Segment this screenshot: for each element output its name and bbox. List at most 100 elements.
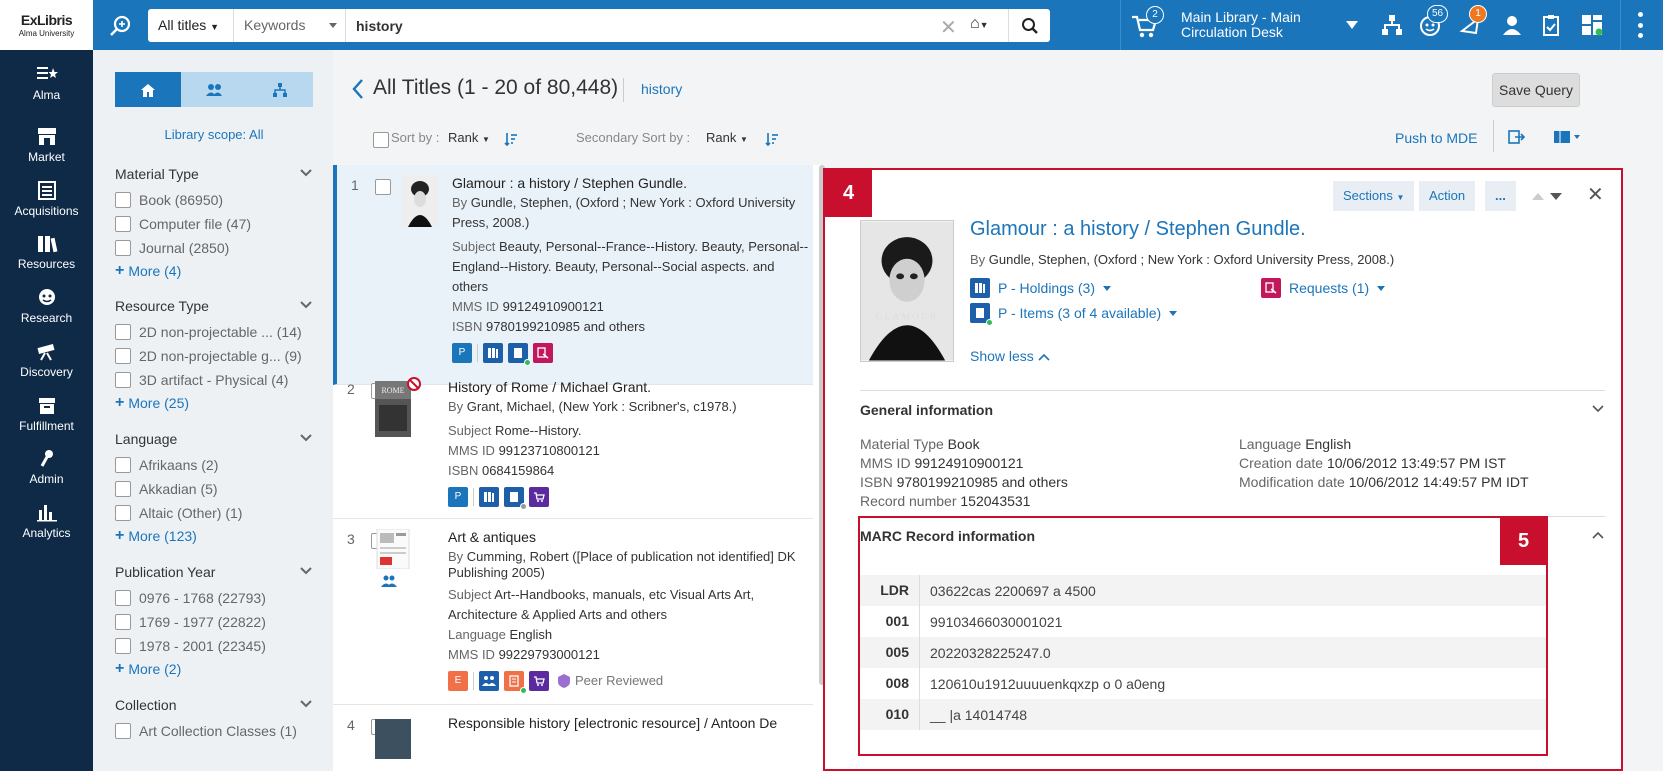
result-item[interactable]: 4 Responsible history [electronic resour…	[333, 705, 813, 771]
users-icon[interactable]	[381, 575, 397, 587]
order-cart-icon[interactable]	[529, 671, 549, 691]
electronic-icon[interactable]: E	[448, 671, 468, 691]
holdings-icon[interactable]	[483, 343, 503, 363]
facet-option[interactable]: Art Collection Classes (1)	[115, 719, 313, 743]
marc-field-row[interactable]: 001 99103466030001021	[860, 606, 1546, 637]
chevron-down-icon[interactable]	[1591, 404, 1605, 414]
facet-option[interactable]: Book (86950)	[115, 188, 313, 212]
marc-field-row[interactable]: 010 __ |a 14014748	[860, 699, 1546, 730]
chevron-up-icon[interactable]	[1591, 530, 1605, 540]
checkbox[interactable]	[115, 481, 131, 497]
tab-hierarchy[interactable]	[247, 72, 313, 107]
facet-option[interactable]: 1978 - 2001 (22345)	[115, 634, 313, 658]
items-link[interactable]: P - Items (3 of 4 available)	[970, 303, 1178, 326]
sort-by-dropdown[interactable]: Rank ▼	[448, 130, 490, 145]
nav-discovery[interactable]: Discovery	[0, 341, 93, 398]
secondary-sort-dropdown[interactable]: Rank ▼	[706, 130, 748, 145]
facet-option[interactable]: Computer file (47)	[115, 212, 313, 236]
nav-market[interactable]: Market	[0, 126, 93, 183]
result-title[interactable]: Art & antiques	[448, 527, 808, 547]
checkbox[interactable]	[115, 505, 131, 521]
checkbox[interactable]	[115, 348, 131, 364]
result-item[interactable]: 2 ROME History of Rome / Michael Grant. …	[333, 369, 813, 519]
push-to-mde-button[interactable]: Push to MDE	[1395, 130, 1477, 146]
result-title[interactable]: Glamour : a history / Stephen Gundle.	[452, 173, 812, 193]
current-desk[interactable]: Main Library - Main Circulation Desk	[1181, 10, 1321, 40]
facet-option[interactable]: Afrikaans (2)	[115, 453, 313, 477]
clear-icon[interactable]: ✕	[940, 15, 957, 40]
checkbox[interactable]	[115, 240, 131, 256]
close-icon[interactable]: ✕	[1587, 182, 1604, 207]
library-scope-value[interactable]: All	[249, 127, 263, 142]
tab-home[interactable]	[115, 72, 181, 107]
facet-option[interactable]: 2D non-projectable g... (9)	[115, 344, 313, 368]
facet-more-link[interactable]: + More (2)	[115, 658, 313, 680]
hierarchy-icon[interactable]	[1380, 13, 1404, 37]
marc-field-row[interactable]: LDR 03622cas 2200697 a 4500	[860, 575, 1546, 606]
facet-title[interactable]: Material Type	[115, 166, 313, 188]
tab-users[interactable]	[181, 72, 247, 107]
facet-more-link[interactable]: + More (4)	[115, 260, 313, 282]
book-cover-thumbnail[interactable]	[375, 719, 411, 759]
facet-more-link[interactable]: + More (25)	[115, 392, 313, 414]
sections-dropdown[interactable]: Sections ▼	[1333, 181, 1415, 211]
nav-acquisitions[interactable]: Acquisitions	[0, 180, 93, 237]
home-scope-icon[interactable]: ⌂▼	[970, 15, 989, 33]
more-menu-icon[interactable]	[1638, 12, 1644, 38]
nav-admin[interactable]: Admin	[0, 448, 93, 505]
requests-icon[interactable]	[533, 343, 553, 363]
users-icon[interactable]	[479, 671, 499, 691]
result-item[interactable]: 1 Glamour : a history / Stephen Gundle. …	[333, 165, 813, 385]
order-cart-icon[interactable]	[529, 487, 549, 507]
checkbox[interactable]	[115, 192, 131, 208]
facet-option[interactable]: 2D non-projectable ... (14)	[115, 320, 313, 344]
physical-icon[interactable]: P	[452, 343, 472, 363]
holdings-link[interactable]: P - Holdings (3)	[970, 278, 1112, 298]
user-icon[interactable]	[1500, 13, 1524, 37]
checkbox[interactable]	[115, 216, 131, 232]
facet-title[interactable]: Collection	[115, 697, 313, 719]
search-scope-dropdown[interactable]: All titles ▼	[148, 9, 234, 42]
facet-option[interactable]: 1769 - 1977 (22822)	[115, 610, 313, 634]
general-info-header[interactable]: General information	[860, 402, 993, 418]
marc-header[interactable]: MARC Record information	[860, 528, 1035, 544]
desk-dropdown-icon[interactable]	[1346, 21, 1358, 29]
clipboard-icon[interactable]	[1539, 13, 1563, 37]
nav-resources[interactable]: Resources	[0, 233, 93, 290]
nav-research[interactable]: Research	[0, 287, 93, 344]
checkbox[interactable]	[115, 372, 131, 388]
result-title[interactable]: Responsible history [electronic resource…	[448, 713, 808, 733]
checkbox[interactable]	[115, 590, 131, 606]
search-field-dropdown[interactable]: Keywords	[234, 9, 346, 42]
items-icon[interactable]	[508, 343, 531, 366]
holdings-icon[interactable]	[479, 487, 499, 507]
widgets-icon[interactable]	[1580, 13, 1604, 37]
facet-title[interactable]: Publication Year	[115, 564, 313, 586]
marc-field-row[interactable]: 005 20220328225247.0	[860, 637, 1546, 668]
nav-fulfillment[interactable]: Fulfillment	[0, 395, 93, 452]
checkbox[interactable]	[115, 614, 131, 630]
checkbox[interactable]	[115, 723, 131, 739]
sort-direction-icon[interactable]	[504, 132, 518, 146]
facet-option[interactable]: Akkadian (5)	[115, 477, 313, 501]
search-input[interactable]	[346, 9, 946, 42]
facet-title[interactable]: Language	[115, 431, 313, 453]
result-item[interactable]: 3 Art & antiques By Cumming, Robert ([Pl…	[333, 519, 813, 705]
nav-alma[interactable]: Alma	[0, 64, 93, 121]
prev-next-icon[interactable]	[1530, 190, 1564, 202]
save-query-button[interactable]: Save Query	[1492, 73, 1580, 107]
facet-option[interactable]: 3D artifact - Physical (4)	[115, 368, 313, 392]
result-checkbox[interactable]	[375, 179, 391, 195]
facet-option[interactable]: 0976 - 1768 (22793)	[115, 586, 313, 610]
exlibris-logo[interactable]: ExLibris Alma University	[0, 0, 93, 50]
sort-direction-icon[interactable]	[765, 132, 779, 146]
facet-more-link[interactable]: + More (123)	[115, 525, 313, 547]
facet-option[interactable]: Journal (2850)	[115, 236, 313, 260]
facet-title[interactable]: Resource Type	[115, 298, 313, 320]
export-icon[interactable]	[1508, 129, 1526, 145]
checkbox[interactable]	[115, 324, 131, 340]
requests-link[interactable]: Requests (1)	[1261, 278, 1386, 298]
book-cover-thumbnail[interactable]	[375, 529, 411, 569]
book-cover-image[interactable]: GLAMOUR	[860, 220, 954, 362]
book-cover-thumbnail[interactable]	[402, 175, 438, 227]
